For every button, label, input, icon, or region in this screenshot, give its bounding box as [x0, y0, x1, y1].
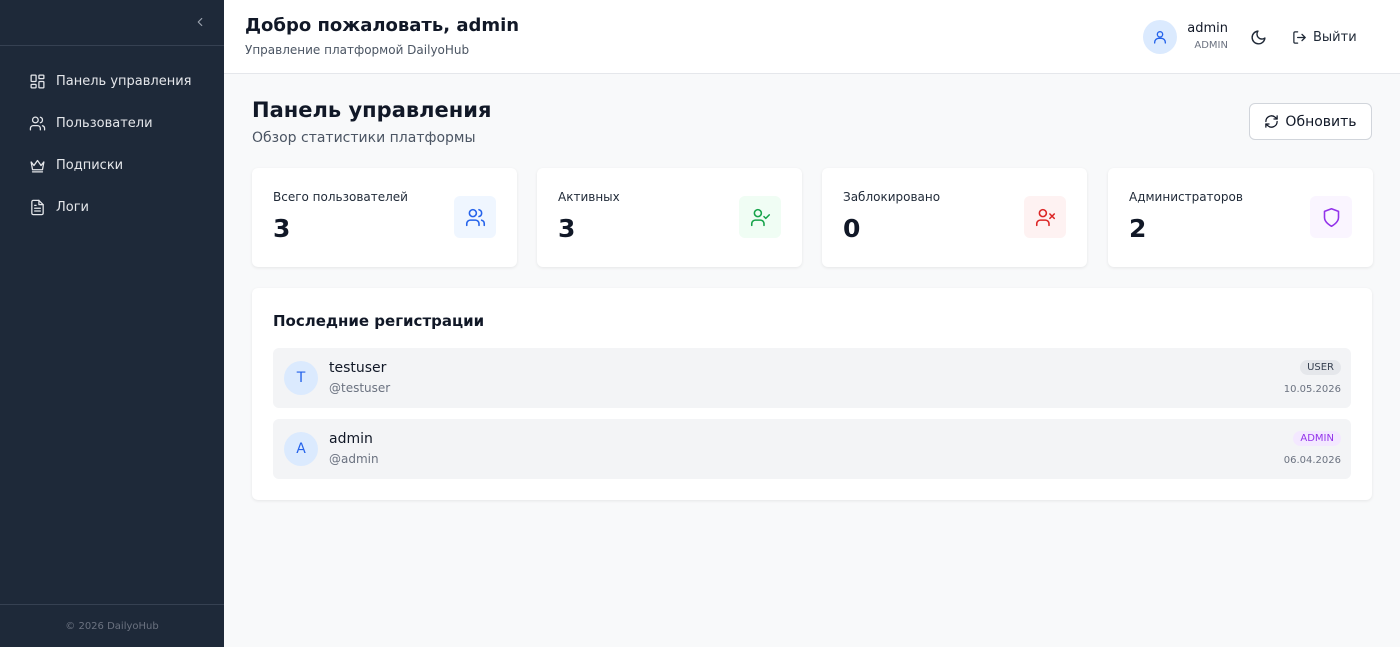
- stat-card-active: Активных 3: [537, 168, 802, 267]
- role-badge: USER: [1300, 360, 1341, 375]
- stat-card-admins: Администраторов 2: [1108, 168, 1373, 267]
- user-x-icon: [1024, 196, 1066, 238]
- log-out-icon: [1292, 30, 1307, 45]
- moon-icon[interactable]: [1248, 27, 1268, 47]
- user-role: ADMIN: [1194, 40, 1228, 51]
- shield-icon: [1310, 196, 1352, 238]
- main-content: Панель управления Обзор статистики платф…: [224, 74, 1400, 647]
- logout-label: Выйти: [1313, 29, 1357, 45]
- section-title: Последние регистрации: [273, 312, 485, 330]
- stat-value: 3: [273, 214, 291, 243]
- stat-card-blocked: Заблокировано 0: [822, 168, 1087, 267]
- list-item[interactable]: T testuser @testuser USER 10.05.2026: [273, 348, 1351, 408]
- user-handle: @admin: [329, 452, 379, 466]
- crown-icon: [28, 156, 46, 174]
- sidebar-item-label: Панель управления: [56, 73, 192, 89]
- sidebar-top: [0, 0, 224, 46]
- welcome-title: Добро пожаловать, admin: [245, 15, 520, 36]
- users-icon: [454, 196, 496, 238]
- stat-label: Активных: [558, 190, 620, 204]
- user-name: admin: [1187, 21, 1228, 36]
- avatar: T: [284, 361, 318, 395]
- list-item[interactable]: A admin @admin ADMIN 06.04.2026: [273, 419, 1351, 479]
- file-text-icon: [28, 198, 46, 216]
- user-check-icon: [739, 196, 781, 238]
- stat-value: 0: [843, 214, 861, 243]
- avatar: A: [284, 432, 318, 466]
- sidebar-item-label: Пользователи: [56, 115, 153, 131]
- sidebar-item-logs[interactable]: Логи: [0, 186, 224, 228]
- user-name: admin: [329, 431, 373, 447]
- stat-label: Администраторов: [1129, 190, 1243, 204]
- refresh-button[interactable]: Обновить: [1249, 103, 1372, 140]
- sidebar: Панель управления Пользователи Подписки …: [0, 0, 224, 647]
- user-name: testuser: [329, 360, 387, 376]
- refresh-label: Обновить: [1285, 113, 1357, 130]
- users-icon: [28, 114, 46, 132]
- sidebar-nav: Панель управления Пользователи Подписки …: [0, 46, 224, 228]
- logout-button[interactable]: Выйти: [1292, 26, 1357, 48]
- registration-date: 06.04.2026: [1283, 455, 1341, 466]
- sidebar-item-label: Подписки: [56, 157, 124, 173]
- stat-card-total-users: Всего пользователей 3: [252, 168, 517, 267]
- refresh-icon: [1264, 114, 1279, 129]
- role-badge: ADMIN: [1293, 431, 1341, 446]
- sidebar-item-label: Логи: [56, 199, 90, 215]
- recent-registrations: Последние регистрации T testuser @testus…: [252, 288, 1372, 500]
- sidebar-item-users[interactable]: Пользователи: [0, 102, 224, 144]
- user-handle: @testuser: [329, 381, 391, 395]
- dashboard-icon: [28, 72, 46, 90]
- sidebar-footer: © 2026 DailyoHub: [0, 604, 224, 647]
- sidebar-item-subscriptions[interactable]: Подписки: [0, 144, 224, 186]
- sidebar-item-dashboard[interactable]: Панель управления: [0, 60, 224, 102]
- page-title: Панель управления: [252, 98, 492, 122]
- stat-label: Заблокировано: [843, 190, 941, 204]
- registration-date: 10.05.2026: [1283, 384, 1341, 395]
- chevron-left-icon[interactable]: [190, 12, 210, 32]
- stat-label: Всего пользователей: [273, 190, 408, 204]
- stat-value: 3: [558, 214, 576, 243]
- page-subtitle: Обзор статистики платформы: [252, 130, 476, 146]
- stat-value: 2: [1129, 214, 1147, 243]
- welcome-subtitle: Управление платформой DailyoHub: [245, 43, 470, 57]
- top-header: Добро пожаловать, admin Управление платф…: [224, 0, 1400, 74]
